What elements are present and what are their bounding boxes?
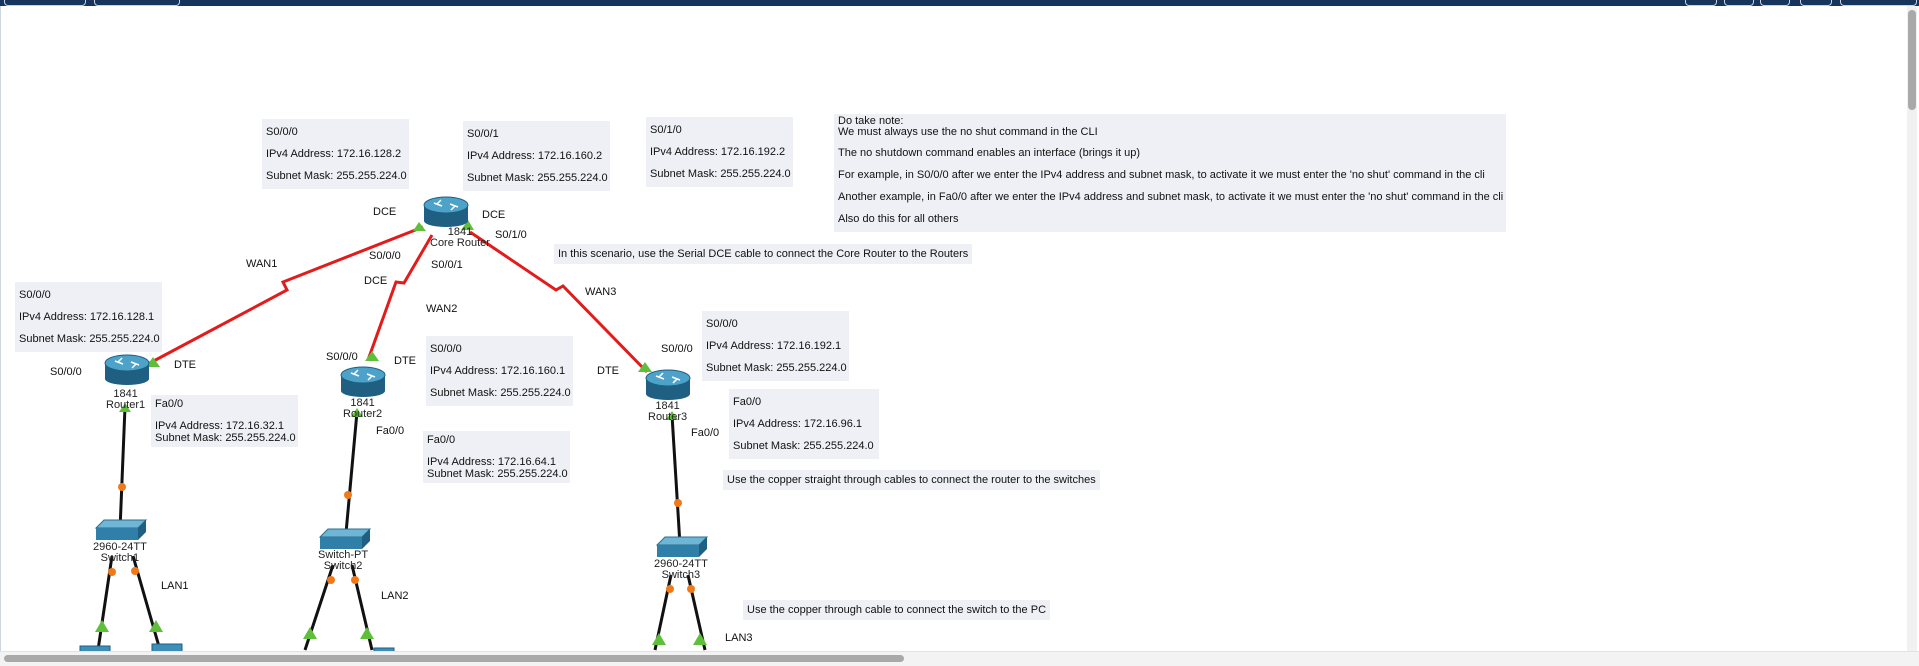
port-up-indicator	[95, 620, 109, 632]
note-core-s010[interactable]: S0/1/0 IPv4 Address: 172.16.192.2 Subnet M…	[646, 117, 793, 187]
label-core-dce-wan3: DCE	[482, 209, 506, 221]
port-pending-indicator	[344, 491, 352, 499]
port-pending-indicator	[108, 568, 116, 576]
label-wan1: WAN1	[246, 258, 278, 270]
note-core-s001[interactable]: S0/0/1 IPv4 Address: 172.16.160.2 Subnet M…	[463, 121, 610, 191]
port-up-indicator	[693, 633, 707, 645]
switch2-label: Switch-PT Switch2	[318, 549, 369, 572]
label-lan1: LAN1	[161, 580, 189, 592]
label-core-dce-wan1: DCE	[373, 206, 397, 218]
router2-label: 1841 Router2	[343, 397, 383, 420]
label-core-s000: S0/0/0	[369, 250, 401, 262]
label-router2-s000: S0/0/0	[326, 351, 358, 363]
horizontal-scrollbar-thumb[interactable]	[4, 655, 904, 662]
note-router1-s000[interactable]: S0/0/0 IPv4 Address: 172.16.128.1 Subnet M…	[15, 282, 162, 352]
port-pending-indicator	[674, 499, 682, 507]
router3-label: 1841 Router3	[648, 400, 688, 423]
note-router3-s000[interactable]: S0/0/0 IPv4 Address: 172.16.192.1 Subnet M…	[702, 311, 849, 381]
router1-label: 1841 Router1	[106, 388, 146, 411]
port-pending-indicator	[687, 585, 695, 593]
port-up-indicator	[652, 633, 666, 645]
note-serial-hint[interactable]: In this scenario, use the Serial DCE cab…	[554, 244, 973, 264]
label-core-s001: S0/0/1	[431, 259, 463, 271]
note-router3-fa00[interactable]: Fa0/0 IPv4 Address: 172.16.96.1 Subnet Mas…	[729, 389, 879, 459]
core-router-icon	[423, 196, 469, 227]
vertical-scrollbar-thumb[interactable]	[1908, 10, 1916, 110]
port-pending-indicator	[327, 576, 335, 584]
label-wan3: WAN3	[585, 286, 617, 298]
label-lan2: LAN2	[381, 590, 409, 602]
port-pending-indicator	[131, 567, 139, 575]
serial-link-wan1	[147, 225, 424, 366]
label-core-s010: S0/1/0	[495, 229, 527, 241]
label-router2-dte: DTE	[394, 355, 416, 367]
port-pending-indicator	[351, 576, 359, 584]
switch2-icon	[318, 528, 372, 549]
label-router3-fa00: Fa0/0	[691, 427, 720, 439]
note-copper-switch-hint[interactable]: Use the copper through cable to connect …	[743, 600, 1051, 620]
switch1-label: 2960-24TT Switch1	[93, 541, 147, 564]
router2-icon	[340, 366, 386, 397]
port-up-indicator	[303, 627, 317, 639]
note-router2-s000[interactable]: S0/0/0 IPv4 Address: 172.16.160.1 Subnet M…	[426, 336, 573, 406]
port-up-indicator	[413, 222, 426, 231]
note-copper-router-hint[interactable]: Use the copper straight through cables t…	[723, 470, 1100, 490]
copper-link-r1-sw1	[118, 406, 127, 531]
note-router2-fa00[interactable]: Fa0/0 IPv4 Address: 172.16.64.1 Subnet Mas…	[423, 431, 570, 483]
router3-icon	[645, 369, 691, 400]
label-router2-fa00: Fa0/0	[376, 425, 405, 437]
port-pending-indicator	[118, 483, 126, 491]
label-core-dce-wan2: DCE	[364, 275, 388, 287]
switch1-icon	[94, 519, 148, 540]
label-lan3: LAN3	[725, 632, 753, 644]
topology-links	[79, 196, 709, 655]
note-router1-fa00[interactable]: Fa0/0 IPv4 Address: 172.16.32.1 Subnet Mas…	[151, 395, 298, 447]
port-up-indicator	[360, 627, 374, 639]
copper-link-r2-sw2	[344, 411, 359, 534]
label-wan2: WAN2	[426, 303, 458, 315]
note-take-note[interactable]: Do take note: We must always use the no …	[834, 114, 1506, 232]
note-core-s000[interactable]: S0/0/0 IPv4 Address: 172.16.128.2 Subnet M…	[262, 119, 409, 189]
copper-link-r3-sw3	[670, 414, 682, 546]
core-router-label: 1841 Core Router	[430, 226, 490, 249]
label-router1-s000: S0/0/0	[50, 366, 82, 378]
switch3-icon	[655, 536, 709, 557]
label-router3-s000: S0/0/0	[661, 343, 693, 355]
router1-icon	[104, 354, 150, 385]
port-up-indicator	[365, 351, 379, 361]
port-pending-indicator	[666, 585, 674, 593]
switch3-label: 2960-24TT Switch3	[654, 558, 708, 581]
label-router3-dte: DTE	[597, 365, 619, 377]
label-router1-dte: DTE	[174, 359, 196, 371]
